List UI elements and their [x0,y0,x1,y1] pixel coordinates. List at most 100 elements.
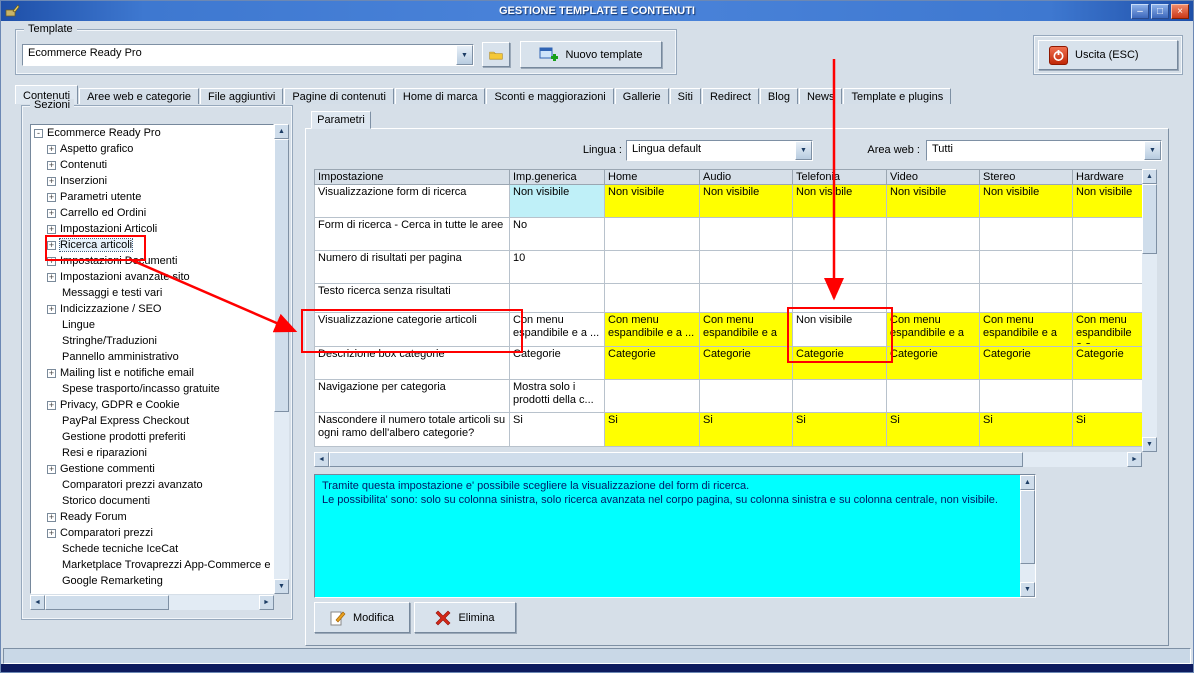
value-cell[interactable]: Con menu espandibile e a ... [699,312,793,347]
expand-icon[interactable]: + [47,224,56,234]
expand-icon[interactable]: + [47,512,56,522]
table-row-visualizzazione-categorie-articoli[interactable]: Visualizzazione categorie articoli Con me… [314,312,1143,347]
value-cell[interactable]: Categorie [792,346,887,380]
value-cell[interactable]: No [509,217,605,251]
expand-icon[interactable]: + [47,208,56,218]
value-cell[interactable]: Categorie [509,346,605,380]
tree-item-google-remarketing[interactable]: Google Remarketing [31,573,273,589]
scroll-right-button[interactable]: ► [259,595,274,610]
tab-sconti-e-maggiorazioni[interactable]: Sconti e maggiorazioni [486,88,614,104]
value-cell[interactable] [604,250,700,284]
tree-item-spese-trasporto-incasso-gratuite[interactable]: Spese trasporto/incasso gratuite [31,381,273,397]
value-cell[interactable]: Si [1072,412,1143,447]
tree-item-resi-e-riparazioni[interactable]: Resi e riparazioni [31,445,273,461]
tree-item-marketplace-trovaprezzi-app-commerce-e-ki[interactable]: Marketplace Trovaprezzi App-Commerce e K… [31,557,273,573]
tree-item-aspetto-grafico[interactable]: + Aspetto grafico [31,141,273,157]
value-cell[interactable] [509,283,605,313]
value-cell[interactable]: Non visibile [886,184,980,218]
combo-dropdown-icon[interactable]: ▼ [795,141,812,160]
value-cell[interactable]: Categorie [699,346,793,380]
tab-blog[interactable]: Blog [759,88,798,104]
expand-icon[interactable]: + [47,240,56,250]
minimize-button[interactable]: – [1131,4,1149,19]
tab-gallerie[interactable]: Gallerie [614,88,669,104]
value-cell[interactable]: Con menu espandibile e a ... [979,312,1073,347]
table-horizontal-scrollbar[interactable]: ◄ ► [314,452,1142,467]
tab-news[interactable]: News [798,88,843,104]
value-cell[interactable] [1072,283,1143,313]
expand-icon[interactable]: + [47,272,56,282]
tab-file-aggiuntivi[interactable]: File aggiuntivi [200,88,284,104]
scroll-right-button[interactable]: ► [1127,452,1142,467]
tab-home-di-marca[interactable]: Home di marca [394,88,486,104]
scroll-left-button[interactable]: ◄ [30,595,45,610]
tab-template-e-plugins[interactable]: Template e plugins [843,88,952,104]
scroll-down-button[interactable]: ▼ [1020,582,1035,597]
scroll-up-button[interactable]: ▲ [1020,475,1035,490]
value-cell[interactable] [699,250,793,284]
tree-vertical-scrollbar[interactable]: ▲ ▼ [274,124,289,594]
value-cell[interactable]: Non visibile [792,312,887,347]
expand-icon[interactable]: + [47,176,56,186]
scroll-down-button[interactable]: ▼ [1142,437,1157,452]
tree-item-comparatori-prezzi[interactable]: + Comparatori prezzi [31,525,273,541]
value-cell[interactable] [699,283,793,313]
value-cell[interactable] [699,217,793,251]
scroll-track[interactable] [1020,490,1035,582]
scroll-track[interactable] [274,139,289,579]
value-cell[interactable]: Con menu espandibile e a ... [604,312,700,347]
value-cell[interactable]: 10 [509,250,605,284]
value-cell[interactable]: Si [509,412,605,447]
value-cell[interactable] [792,283,887,313]
value-cell[interactable]: Non visibile [979,184,1073,218]
expand-icon[interactable]: + [47,528,56,538]
value-cell[interactable] [792,379,887,413]
table-row-testo-ricerca-senza-risultati[interactable]: Testo ricerca senza risultati [314,283,1143,313]
maximize-button[interactable]: □ [1151,4,1169,19]
value-cell[interactable] [604,379,700,413]
column-header-stereo[interactable]: Stereo [979,169,1073,185]
value-cell[interactable] [886,250,980,284]
value-cell[interactable] [699,379,793,413]
scroll-thumb[interactable] [274,139,289,412]
scroll-thumb[interactable] [1142,184,1157,254]
column-header-home[interactable]: Home [604,169,700,185]
tab-aree-web-e-categorie[interactable]: Aree web e categorie [79,88,200,104]
value-cell[interactable]: Si [699,412,793,447]
value-cell[interactable] [886,379,980,413]
modifica-button[interactable]: Modifica [314,602,410,633]
scroll-left-button[interactable]: ◄ [314,452,329,467]
table-row-navigazione-per-categoria[interactable]: Navigazione per categoria Mostra solo i p… [314,379,1143,413]
tab-parametri[interactable]: Parametri [311,111,371,129]
tree-item-privacy-gdpr-e-cookie[interactable]: + Privacy, GDPR e Cookie [31,397,273,413]
scroll-track[interactable] [329,452,1127,467]
value-cell[interactable]: Si [886,412,980,447]
description-scrollbar[interactable]: ▲ ▼ [1020,475,1035,597]
tree-item-inserzioni[interactable]: + Inserzioni [31,173,273,189]
value-cell[interactable]: Categorie [886,346,980,380]
tree-item-ricerca-articoli[interactable]: + Ricerca articoli [31,237,273,253]
tree-item-pannello-amministrativo[interactable]: Pannello amministrativo [31,349,273,365]
value-cell[interactable]: Con menu espandibile e a ... [886,312,980,347]
tree-item-contenuti[interactable]: + Contenuti [31,157,273,173]
open-template-button[interactable] [482,42,510,67]
column-header-hardware[interactable]: Hardware [1072,169,1143,185]
value-cell[interactable] [1072,217,1143,251]
value-cell[interactable] [1072,250,1143,284]
expand-icon[interactable]: + [47,192,56,202]
value-cell[interactable]: Non visibile [699,184,793,218]
tree-item-impostazioni-documenti[interactable]: + Impostazioni Documenti [31,253,273,269]
tree-item-messaggi-e-testi-vari[interactable]: Messaggi e testi vari [31,285,273,301]
column-header-imp-generica[interactable]: Imp.generica [509,169,605,185]
combo-dropdown-icon[interactable]: ▼ [1144,141,1161,160]
expand-icon[interactable]: + [47,160,56,170]
scroll-track[interactable] [1142,184,1157,437]
value-cell[interactable]: Non visibile [509,184,605,218]
value-cell[interactable] [604,217,700,251]
tree-item-ready-forum[interactable]: + Ready Forum [31,509,273,525]
scroll-up-button[interactable]: ▲ [274,124,289,139]
tree-item-carrello-ed-ordini[interactable]: + Carrello ed Ordini [31,205,273,221]
template-combo[interactable]: Ecommerce Ready Pro ▼ [22,44,474,66]
value-cell[interactable] [979,283,1073,313]
tree-item-parametri-utente[interactable]: + Parametri utente [31,189,273,205]
